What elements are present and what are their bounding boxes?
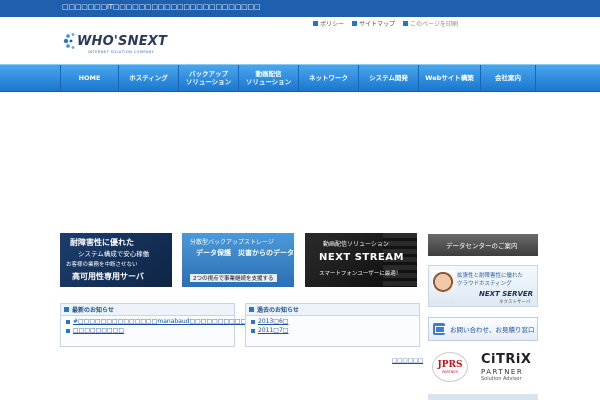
next-server-banner[interactable]: 拡張性と耐障害性に優れた クラウドホスティング NEXT SERVER ネクスト… [428, 265, 538, 307]
header-links: ポリシー サイトマップ このページを印刷 [313, 19, 458, 28]
envelope-icon [433, 323, 445, 335]
page: □□□□□□□IT□□□□□□□□□□□□□□□□□□□□□□□ WHO'SNE… [0, 0, 600, 400]
jprs-partner-logo[interactable]: JPRS PARTNER [432, 352, 468, 382]
print-page-link[interactable]: このページを印刷 [403, 19, 458, 28]
list-item[interactable]: □□□□□□□□□ [61, 325, 234, 334]
nav-items: HOME ホスティング バックアップ ソリューション 動画配信 ソリューション ネッ… [60, 65, 536, 91]
citrix-partner-logo[interactable]: CiTRiX PARTNER Solution Advisor [481, 352, 541, 388]
latest-news-box: 最新のお知らせ #□□□□□□□□□□□□□□manabaud□□□□□□□□□… [60, 303, 246, 347]
site-tagline: □□□□□□□IT□□□□□□□□□□□□□□□□□□□□□□□ [62, 3, 261, 11]
bullet-icon [251, 319, 255, 324]
bullet-icon [352, 21, 358, 26]
list-item[interactable]: 2011□7□ [246, 325, 419, 334]
top-strip: □□□□□□□IT□□□□□□□□□□□□□□□□□□□□□□□ [0, 0, 600, 17]
nav-item-video[interactable]: 動画配信 ソリューション [238, 65, 298, 91]
site-logo[interactable]: WHO'SNEXT INTERNET SOLUTION COMPANY [62, 30, 167, 58]
main-nav: HOME ホスティング バックアップ ソリューション 動画配信 ソリューション ネッ… [0, 64, 600, 92]
sidebar-bottom-bar [428, 394, 538, 400]
bullet-icon [249, 307, 254, 312]
banner-backup-storage[interactable]: 分散型バックアップストレージ データ保護 災害からのデータ復旧 2つの視点で事業… [182, 233, 294, 287]
bullet-icon [64, 307, 69, 312]
bullet-icon [313, 21, 319, 26]
sitemap-link[interactable]: サイトマップ [352, 19, 395, 28]
policy-link[interactable]: ポリシー [313, 19, 344, 28]
contact-button[interactable]: お問い合わせ、お見積り窓口 [428, 317, 538, 341]
datacenter-button[interactable]: データセンターのご案内 [428, 234, 538, 256]
bullet-icon [251, 328, 255, 333]
list-item[interactable]: 2013□6□ [246, 316, 419, 325]
banner-high-availability[interactable]: 耐障害性に優れた システム構成で安心稼働 お客様の業務を中断させない 高可用性専… [60, 233, 172, 287]
bullet-icon [66, 319, 70, 324]
banner-next-stream[interactable]: 動画配信ソリューション NEXT STREAM スマートフォンユーザーに最適！ [305, 233, 417, 287]
operator-photo [431, 270, 455, 304]
nav-item-system-dev[interactable]: システム開発 [358, 65, 418, 91]
logo-subtitle: INTERNET SOLUTION COMPANY [88, 50, 155, 54]
nav-item-web-build[interactable]: Webサイト構築 [418, 65, 480, 91]
nav-item-company[interactable]: 会社案内 [480, 65, 536, 91]
bullet-icon [66, 328, 70, 333]
logo-wordmark: WHO'SNEXT [77, 34, 168, 49]
nav-item-backup[interactable]: バックアップ ソリューション [178, 65, 238, 91]
nav-item-hosting[interactable]: ホスティング [118, 65, 178, 91]
more-news-link[interactable]: □□□□□□ [392, 358, 423, 364]
latest-news-header: 最新のお知らせ [61, 304, 234, 316]
nav-item-home[interactable]: HOME [60, 65, 118, 91]
nav-item-network[interactable]: ネットワーク [298, 65, 358, 91]
print-icon [403, 21, 409, 26]
past-news-box: 過去のお知らせ 2013□6□ 2011□7□ [245, 303, 420, 347]
list-item[interactable]: #□□□□□□□□□□□□□□manabaud□□□□□□□□□□ [61, 316, 246, 325]
past-news-header: 過去のお知らせ [246, 304, 419, 316]
